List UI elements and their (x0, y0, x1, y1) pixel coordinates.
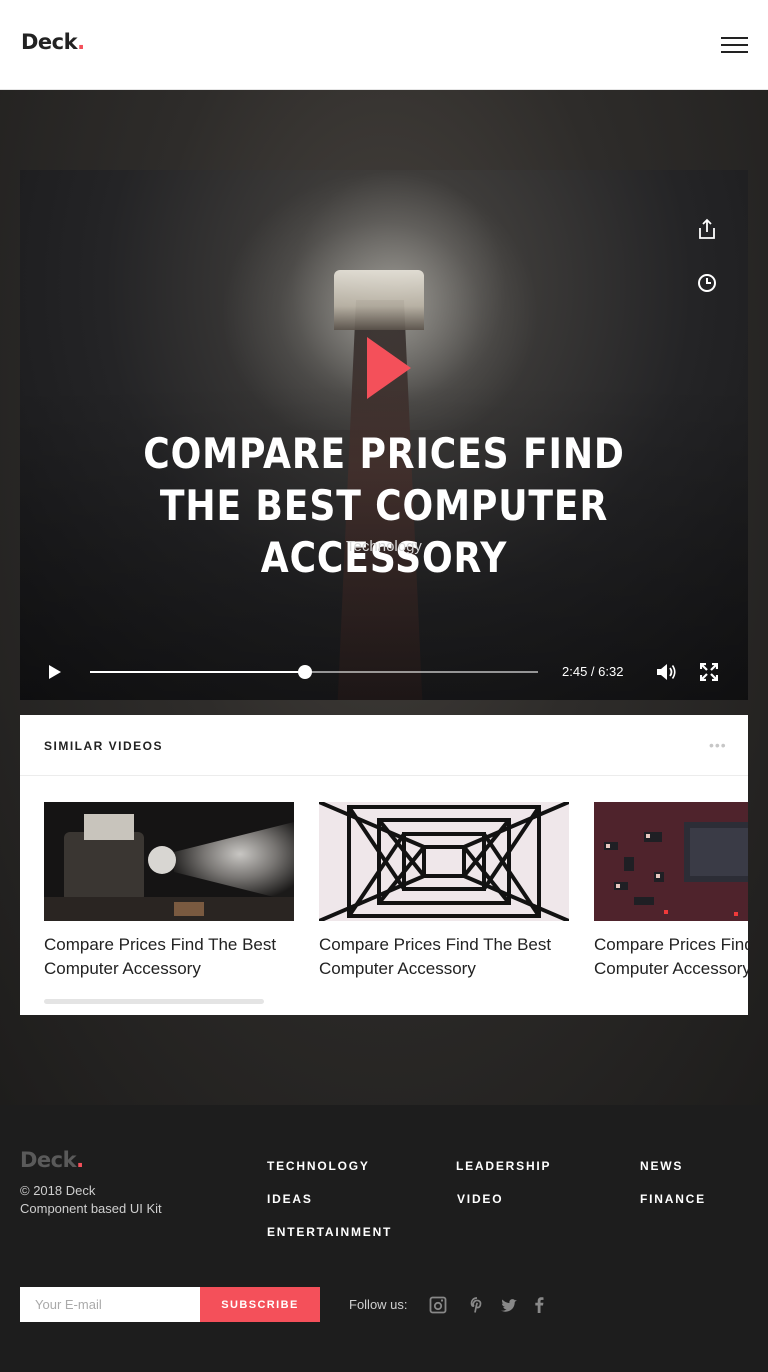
twitter-icon[interactable] (500, 1296, 518, 1314)
footer-copyright: © 2018 Deck Component based UI Kit (20, 1182, 162, 1218)
player-controls: 2:45 / 6:32 (20, 650, 748, 694)
video-card[interactable]: Compare Prices Find The Best Computer Ac… (319, 802, 569, 981)
panel-title: SIMILAR VIDEOS (44, 739, 164, 753)
video-player[interactable]: COMPARE PRICES FIND THE BEST COMPUTER AC… (20, 170, 748, 700)
footer-logo-dot: . (76, 1148, 84, 1172)
video-carousel[interactable]: Compare Prices Find The Best Computer Ac… (44, 802, 748, 992)
email-input[interactable] (20, 1287, 200, 1322)
footer-logo-text: Deck (20, 1148, 77, 1172)
video-card[interactable]: Compare Prices Find The Best Computer Ac… (44, 802, 294, 981)
projector-thumbnail[interactable] (44, 802, 294, 921)
power-tower-thumbnail[interactable] (319, 802, 569, 921)
progress-fill (90, 671, 306, 673)
carousel-scrollbar[interactable] (44, 999, 264, 1004)
play-icon[interactable] (49, 665, 61, 679)
video-card[interactable]: Compare Prices Find The Best Computer Ac… (594, 802, 748, 981)
video-card-title[interactable]: Compare Prices Find The Best Computer Ac… (44, 933, 294, 981)
site-header: Deck. (0, 0, 768, 90)
footer-link-ideas[interactable]: IDEAS (267, 1192, 313, 1206)
facebook-icon[interactable] (530, 1296, 548, 1314)
video-card-title[interactable]: Compare Prices Find The Best Computer Ac… (319, 933, 569, 981)
video-card-title[interactable]: Compare Prices Find The Best Computer Ac… (594, 933, 748, 981)
panel-header: SIMILAR VIDEOS ••• (20, 715, 748, 776)
tagline-text: Component based UI Kit (20, 1201, 162, 1216)
video-category[interactable]: Technology (20, 538, 748, 555)
logo-dot: . (77, 30, 85, 54)
time-display: 2:45 / 6:32 (562, 664, 624, 679)
progress-handle[interactable] (298, 665, 313, 679)
logo-text: Deck (21, 30, 78, 54)
clock-icon[interactable] (695, 271, 719, 295)
volume-icon[interactable] (657, 663, 677, 681)
footer-link-finance[interactable]: FINANCE (640, 1192, 706, 1206)
subscribe-button[interactable]: SUBSCRIBE (200, 1287, 320, 1322)
footer-logo[interactable]: Deck. (20, 1148, 84, 1172)
footer-link-entertainment[interactable]: ENTERTAINMENT (267, 1225, 392, 1239)
circuit-board-thumbnail[interactable] (594, 802, 748, 921)
progress-bar[interactable] (90, 665, 538, 679)
more-options-icon[interactable]: ••• (709, 737, 727, 753)
play-video-icon[interactable] (367, 337, 411, 399)
video-title: COMPARE PRICES FIND THE BEST COMPUTER AC… (143, 429, 625, 582)
logo[interactable]: Deck. (21, 30, 85, 54)
follow-label: Follow us: (349, 1297, 408, 1312)
share-icon[interactable] (695, 217, 719, 241)
menu-icon[interactable] (721, 37, 748, 53)
footer-link-leadership[interactable]: LEADERSHIP (456, 1159, 551, 1173)
footer-link-news[interactable]: NEWS (640, 1159, 683, 1173)
footer-link-technology[interactable]: TECHNOLOGY (267, 1159, 370, 1173)
fullscreen-icon[interactable] (700, 663, 718, 681)
instagram-icon[interactable] (429, 1296, 447, 1314)
footer-link-video[interactable]: VIDEO (457, 1192, 503, 1206)
site-footer: Deck. © 2018 Deck Component based UI Kit… (0, 1105, 768, 1372)
similar-videos-panel: SIMILAR VIDEOS ••• Compare Prices Find T… (20, 715, 748, 1015)
pinterest-icon[interactable] (468, 1296, 486, 1314)
copyright-text: © 2018 Deck (20, 1183, 96, 1198)
